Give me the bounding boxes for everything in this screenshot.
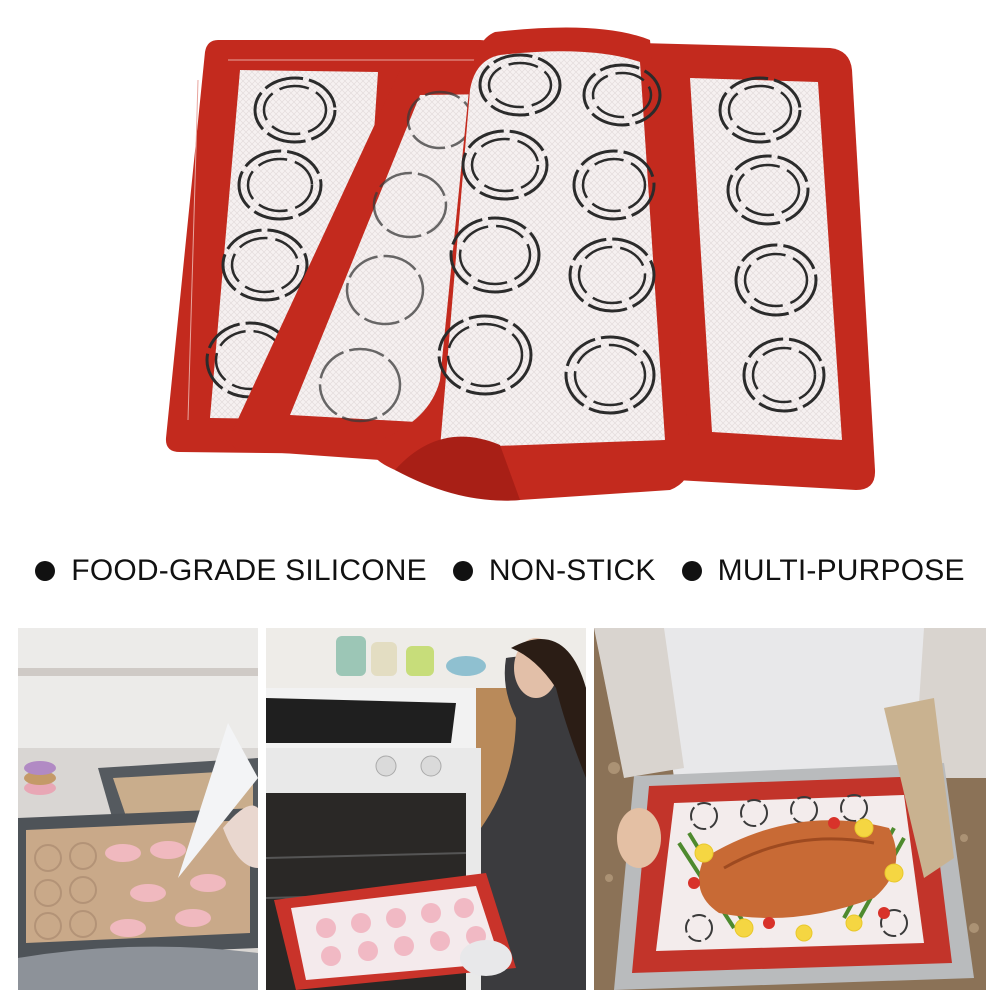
feature-label: MULTI-PURPOSE [717,554,965,587]
feature-item: MULTI-PURPOSE [681,554,965,588]
feature-label: FOOD-GRADE SILICONE [71,554,427,587]
piping-macarons-photo [18,628,258,990]
product-hero-image [0,0,1000,540]
feature-item: FOOD-GRADE SILICONE [35,554,427,588]
oven-photo [266,628,586,990]
feature-label: NON-STICK [488,554,656,587]
bullet-icon [681,561,702,581]
bullet-icon [35,561,56,581]
baking-mats-illustration [165,27,876,501]
salmon-dish-photo [594,628,986,990]
feature-list: FOOD-GRADE SILICONE NON-STICK MULTI-PURP… [0,546,1000,596]
feature-item: NON-STICK [452,554,656,588]
bullet-icon [452,561,473,581]
